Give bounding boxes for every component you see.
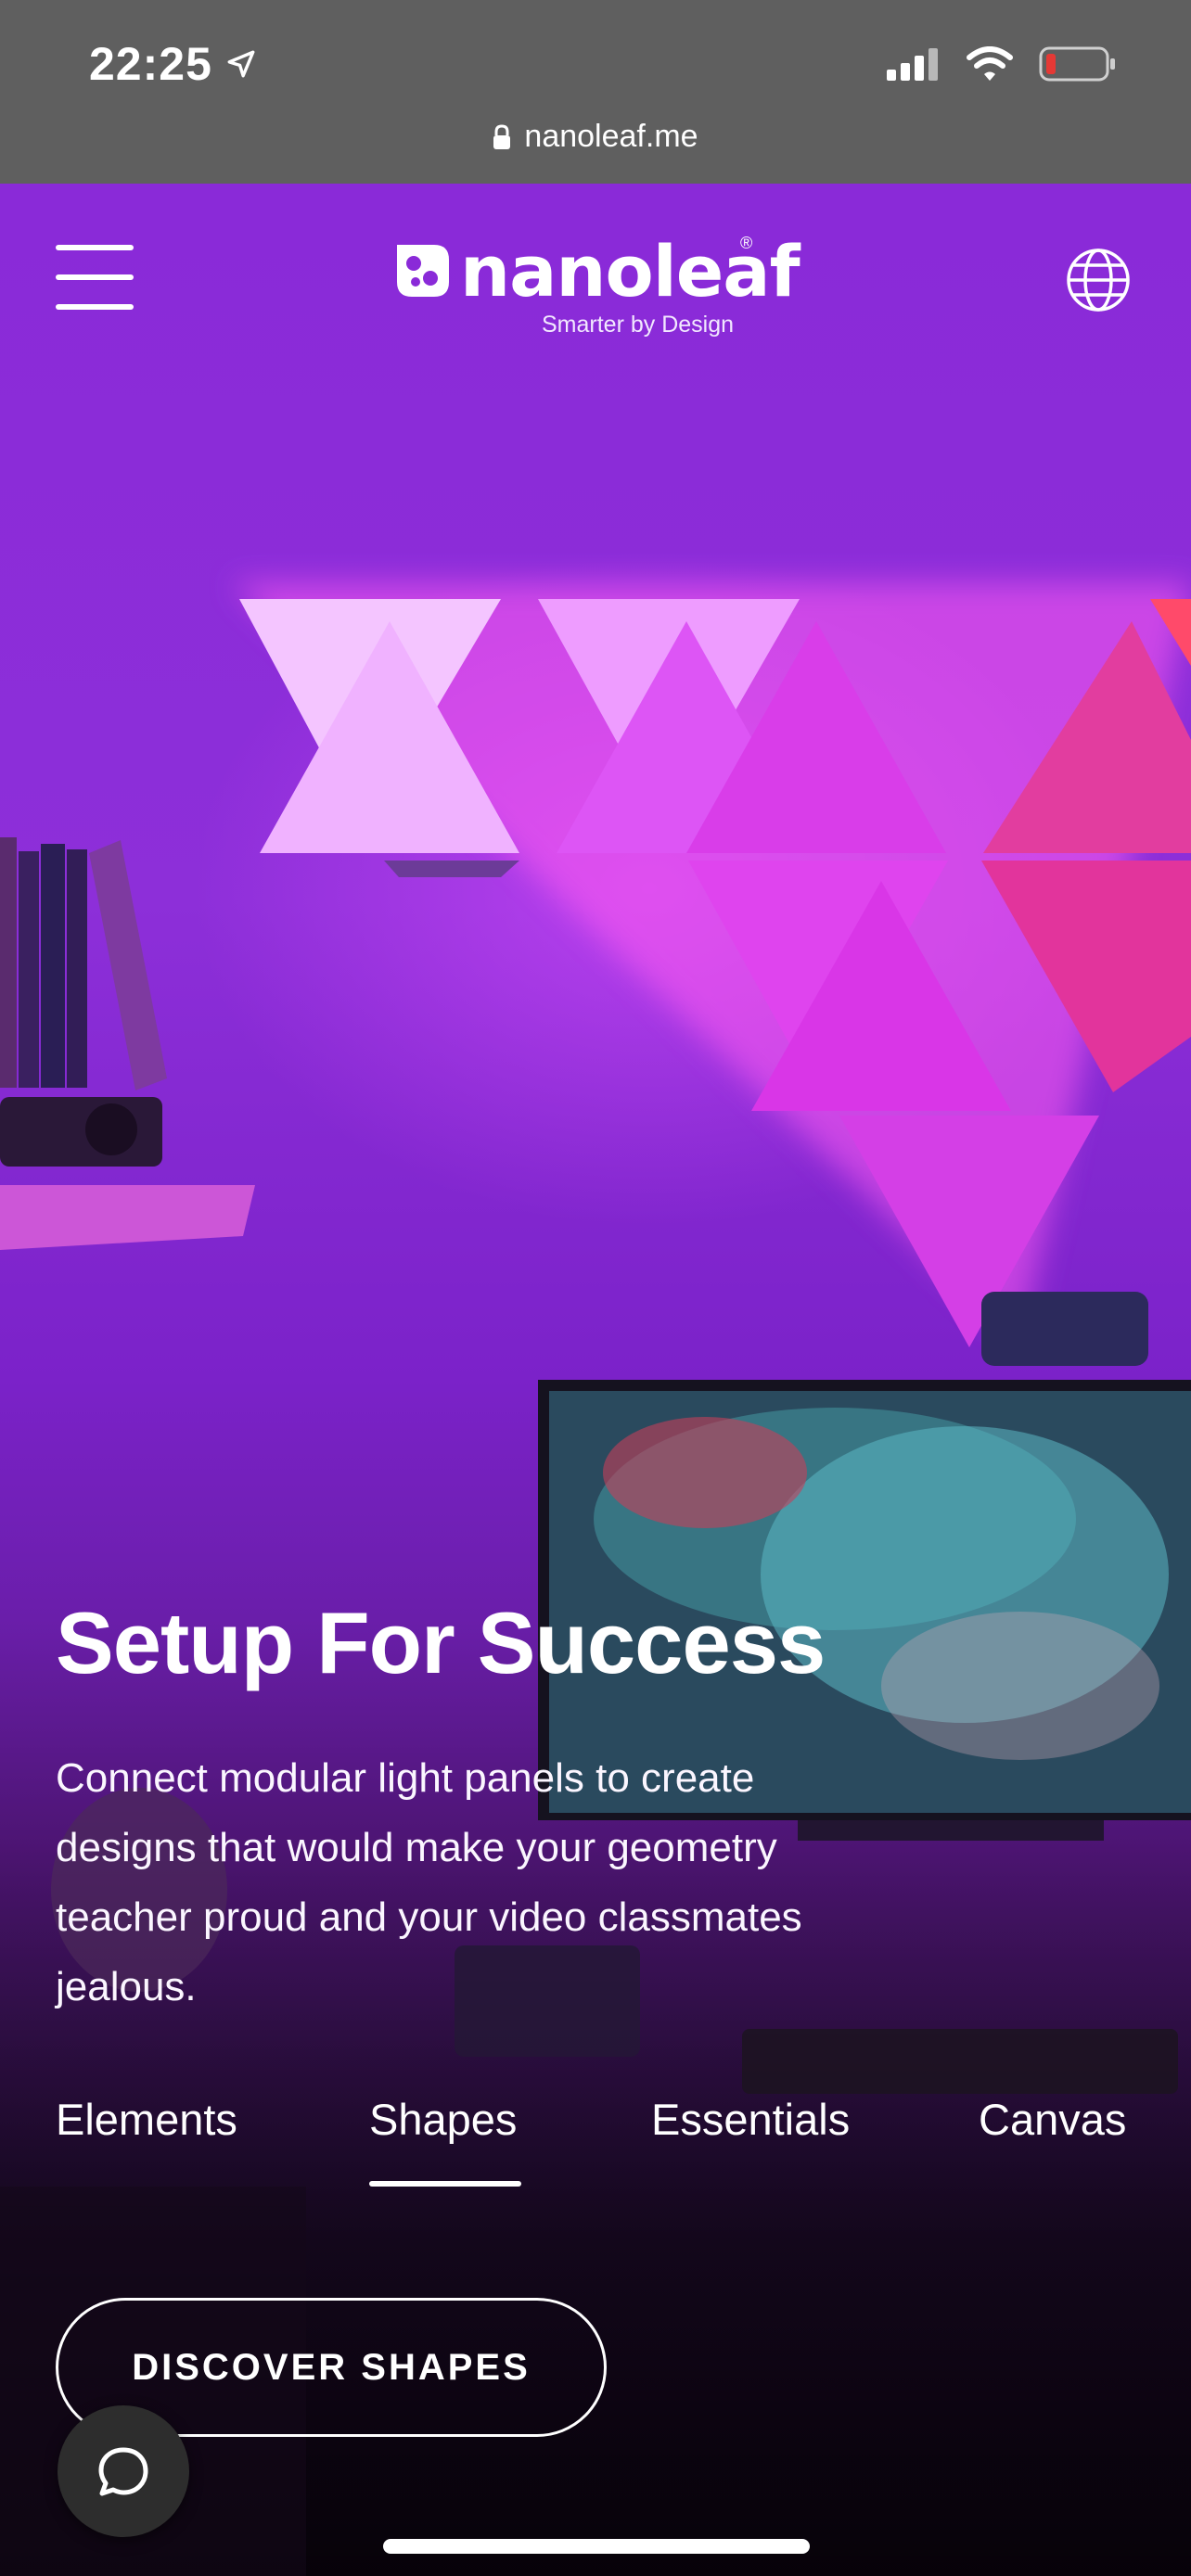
discover-shapes-label: DISCOVER SHAPES [132,2346,531,2388]
location-arrow-icon [227,50,255,78]
hero-description: Connect modular light panels to create d… [56,1755,802,2009]
tab-elements[interactable]: Elements [56,2094,237,2145]
menu-button[interactable] [56,245,134,310]
chat-bubble-icon [98,2447,148,2496]
hero-section: nanoleaf ® Smarter by Design Setup For S… [0,184,1191,2576]
cellular-signal-icon [887,48,938,81]
browser-status-bar: 22:25 nanoleaf.me [0,0,1191,184]
url-bar[interactable]: nanoleaf.me [0,119,1191,155]
home-indicator [383,2539,810,2554]
logo-registered-mark: ® [740,234,753,252]
status-time: 22:25 [89,37,257,91]
tab-essentials[interactable]: Essentials [651,2094,850,2145]
status-time-text: 22:25 [89,38,212,90]
wifi-icon [967,46,1013,81]
tab-canvas[interactable]: Canvas [979,2094,1126,2145]
globe-icon[interactable] [1065,247,1132,313]
product-tabs: Elements Shapes Essentials Canvas [0,2094,1191,2177]
logo-tagline: Smarter by Design [542,312,735,338]
hero-headline: Setup For Success [56,1594,826,1691]
shelf-decor [0,837,255,1250]
active-tab-indicator [369,2181,521,2187]
battery-low-icon [1039,46,1115,82]
status-indicators [887,46,1117,82]
nanoleaf-logo-mark-icon [397,245,449,297]
url-text: nanoleaf.me [524,119,698,154]
tab-shapes[interactable]: Shapes [369,2094,517,2145]
hamburger-menu-icon [56,245,134,250]
chat-button[interactable] [58,2405,189,2537]
hero-background-image [0,582,1191,2576]
lock-icon [493,123,511,149]
nanoleaf-logo[interactable]: nanoleaf ® Smarter by Design [390,230,800,341]
